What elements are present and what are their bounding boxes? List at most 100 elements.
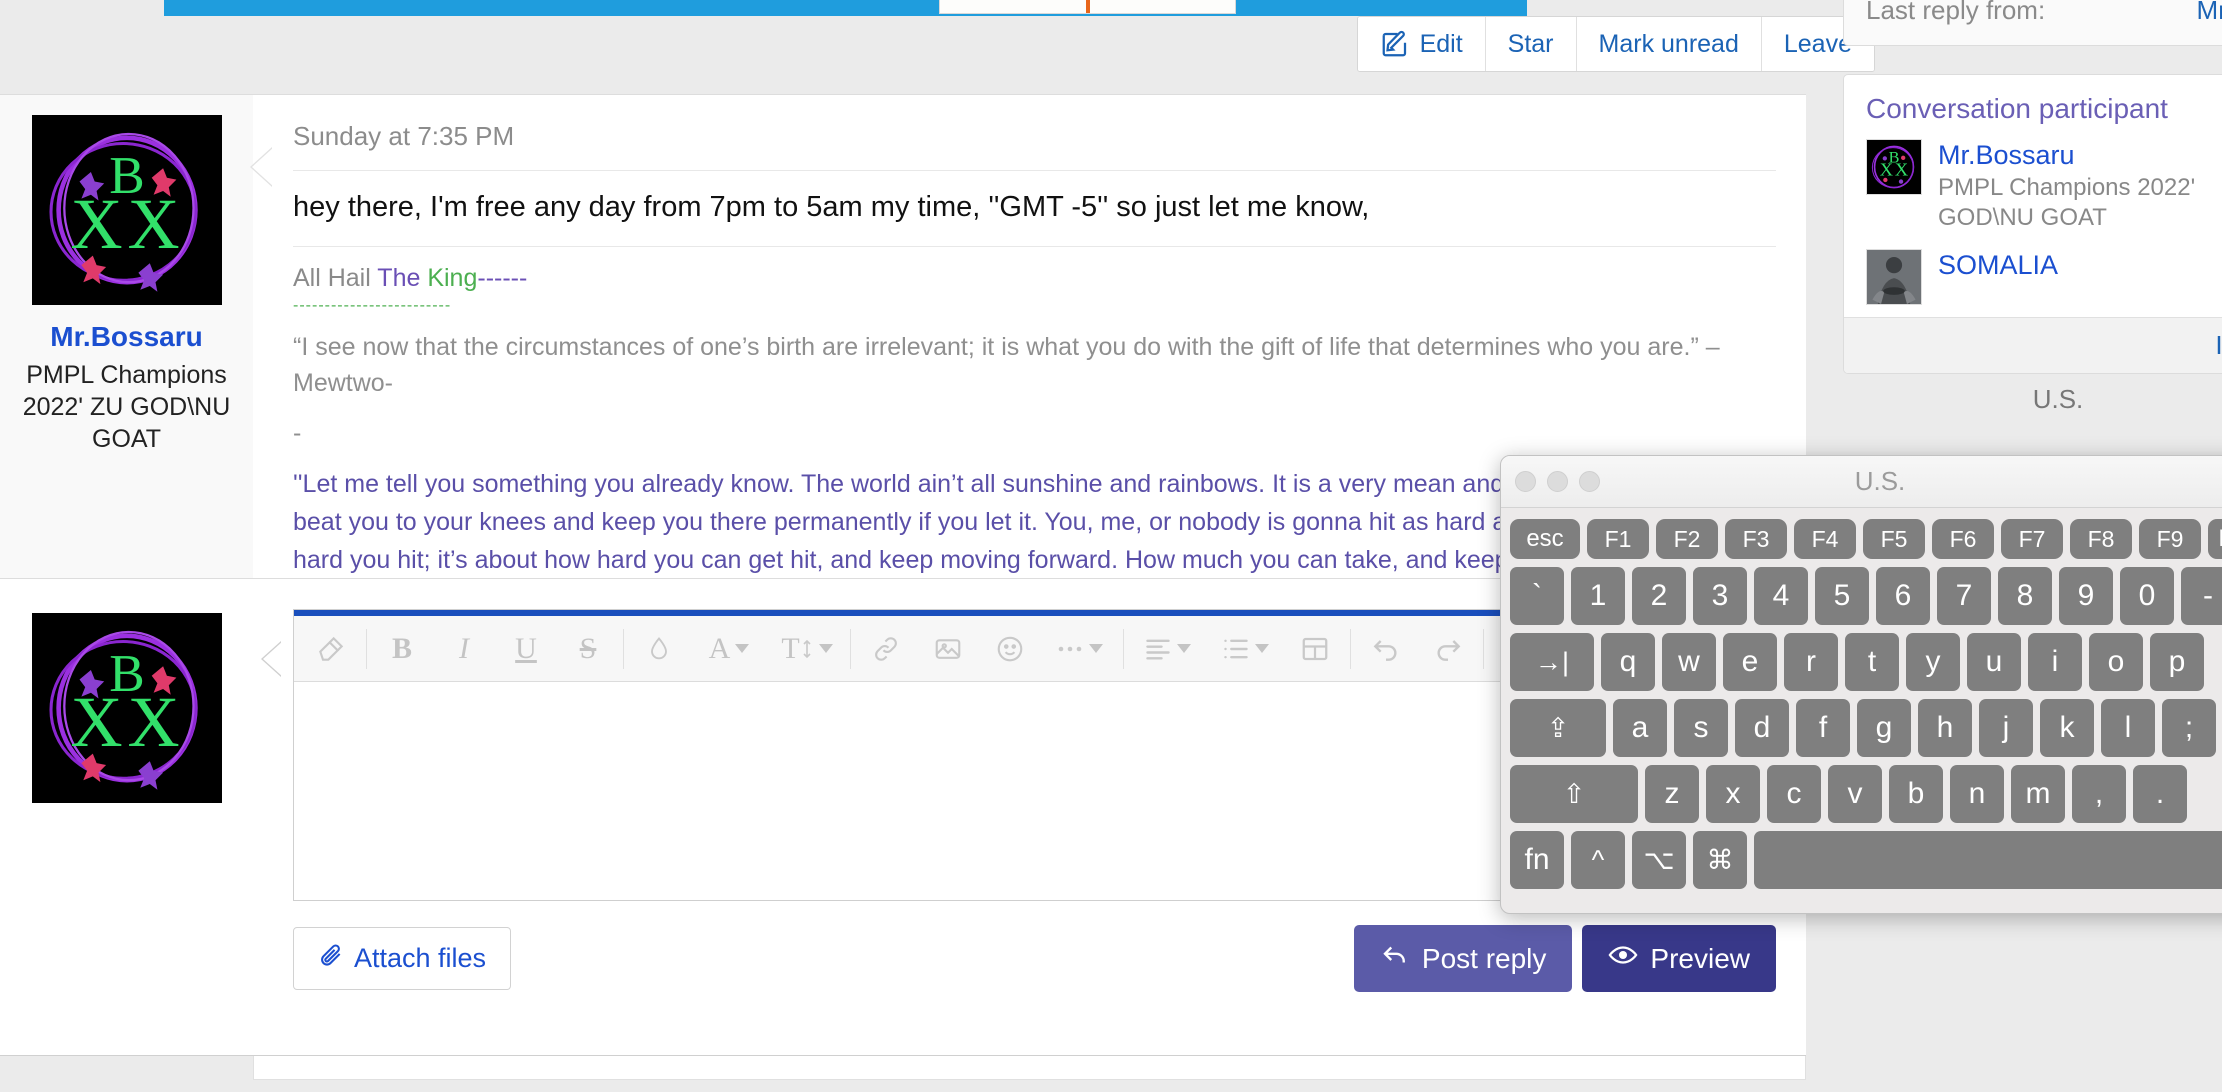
key-sym[interactable]: ; [2162,699,2216,757]
eraser-icon[interactable] [300,616,362,682]
key-sym[interactable]: - [2181,567,2222,625]
table-icon[interactable] [1284,616,1346,682]
keyboard-window-titlebar[interactable]: U.S. [1501,456,2222,508]
avatar[interactable] [1866,248,1922,305]
key-t[interactable]: t [1845,633,1899,691]
participant-row[interactable]: SOMALIA [1844,245,2222,317]
key-x[interactable]: x [1706,765,1760,823]
key-sym[interactable]: , [2072,765,2126,823]
underline-icon[interactable]: U [495,616,557,682]
key-y[interactable]: y [1906,633,1960,691]
redo-icon[interactable] [1417,616,1479,682]
key-sym[interactable]: . [2133,765,2187,823]
participant-row[interactable]: B X X Mr.Bossaru PMPL Champions 2022' GO… [1844,135,2222,245]
font-size-icon[interactable]: T [768,616,846,682]
key-e[interactable]: e [1723,633,1777,691]
key-v[interactable]: v [1828,765,1882,823]
participant-name[interactable]: SOMALIA [1938,249,2058,283]
participant-name[interactable]: Mr.Bossaru [1938,139,2195,173]
key-8[interactable]: 8 [1998,567,2052,625]
key-q[interactable]: q [1601,633,1655,691]
ad-card[interactable] [939,0,1236,14]
key-u[interactable]: u [1967,633,2021,691]
align-icon[interactable] [1128,616,1206,682]
key-k[interactable]: k [2040,699,2094,757]
key-h[interactable]: h [1918,699,1972,757]
invite-link[interactable]: Inv [1844,316,2222,373]
image-icon[interactable] [917,616,979,682]
key-d[interactable]: d [1735,699,1789,757]
key-l[interactable]: l [2101,699,2155,757]
key-6[interactable]: 6 [1876,567,1930,625]
key-sym[interactable]: →| [1510,633,1594,691]
bullet-list-icon[interactable] [1206,616,1284,682]
key-5[interactable]: 5 [1815,567,1869,625]
key-sym[interactable]: ⌥ [1632,831,1686,889]
avatar[interactable]: B X X [31,115,222,305]
attach-files-button[interactable]: Attach files [293,927,512,990]
undo-icon[interactable] [1355,616,1417,682]
key-o[interactable]: o [2089,633,2143,691]
key-z[interactable]: z [1645,765,1699,823]
signature-part-king: King [427,264,478,292]
key-fn[interactable]: fn [1510,831,1564,889]
more-options-icon[interactable] [1041,616,1119,682]
edit-thread-button[interactable]: Edit [1357,17,1485,71]
key-sym[interactable]: ⇧ [1510,765,1638,823]
key-sym[interactable]: ` [1510,567,1564,625]
key-m[interactable]: m [2011,765,2065,823]
key-f9[interactable]: F9 [2139,519,2201,559]
key-b[interactable]: b [1889,765,1943,823]
key-sym[interactable]: ⌘ [1693,831,1747,889]
key-f8[interactable]: F8 [2070,519,2132,559]
key-s[interactable]: s [1674,699,1728,757]
key-esc[interactable]: esc [1510,519,1580,559]
avatar[interactable]: B X X [31,613,222,803]
key-space[interactable] [1754,831,2222,889]
key-1[interactable]: 1 [1571,567,1625,625]
mark-unread-button[interactable]: Mark unread [1575,17,1761,71]
preview-button[interactable]: Preview [1582,925,1776,992]
link-icon[interactable] [855,616,917,682]
key-w[interactable]: w [1662,633,1716,691]
top-ad-banner[interactable] [164,0,1527,16]
key-n[interactable]: n [1950,765,2004,823]
post-reply-button[interactable]: Post reply [1353,925,1573,992]
key-f1[interactable]: F1 [1587,519,1649,559]
star-thread-button[interactable]: Star [1484,17,1576,71]
key-sym[interactable]: ^ [1571,831,1625,889]
message-timestamp[interactable]: Sunday at 7:35 PM [293,95,1776,171]
key-3[interactable]: 3 [1693,567,1747,625]
key-r[interactable]: r [1784,633,1838,691]
key-a[interactable]: a [1613,699,1667,757]
key-p[interactable]: p [2150,633,2204,691]
emoji-icon[interactable] [979,616,1041,682]
key-f6[interactable]: F6 [1932,519,1994,559]
italic-icon[interactable]: I [433,616,495,682]
key-f3[interactable]: F3 [1725,519,1787,559]
key-4[interactable]: 4 [1754,567,1808,625]
key-f[interactable]: f [1796,699,1850,757]
strikethrough-icon[interactable]: S [557,616,619,682]
avatar[interactable]: B X X [1866,139,1922,195]
font-color-icon[interactable]: A [690,616,768,682]
key-i[interactable]: i [2028,633,2082,691]
key-c[interactable]: c [1767,765,1821,823]
key-f10[interactable]: F10 [2208,519,2222,559]
key-j[interactable]: j [1979,699,2033,757]
text-color-drop-icon[interactable] [628,616,690,682]
key-sym[interactable]: ⇪ [1510,699,1606,757]
key-f5[interactable]: F5 [1863,519,1925,559]
key-0[interactable]: 0 [2120,567,2174,625]
key-f4[interactable]: F4 [1794,519,1856,559]
key-2[interactable]: 2 [1632,567,1686,625]
key-f7[interactable]: F7 [2001,519,2063,559]
bold-icon[interactable]: B [371,616,433,682]
key-f2[interactable]: F2 [1656,519,1718,559]
last-reply-from-value[interactable]: Mr.B [2197,0,2222,31]
key-g[interactable]: g [1857,699,1911,757]
key-7[interactable]: 7 [1937,567,1991,625]
message-author-name[interactable]: Mr.Bossaru [0,321,253,353]
key-9[interactable]: 9 [2059,567,2113,625]
keyboard-viewer-window[interactable]: U.S. escF1F2F3F4F5F6F7F8F9F10`1234567890… [1500,455,2222,914]
